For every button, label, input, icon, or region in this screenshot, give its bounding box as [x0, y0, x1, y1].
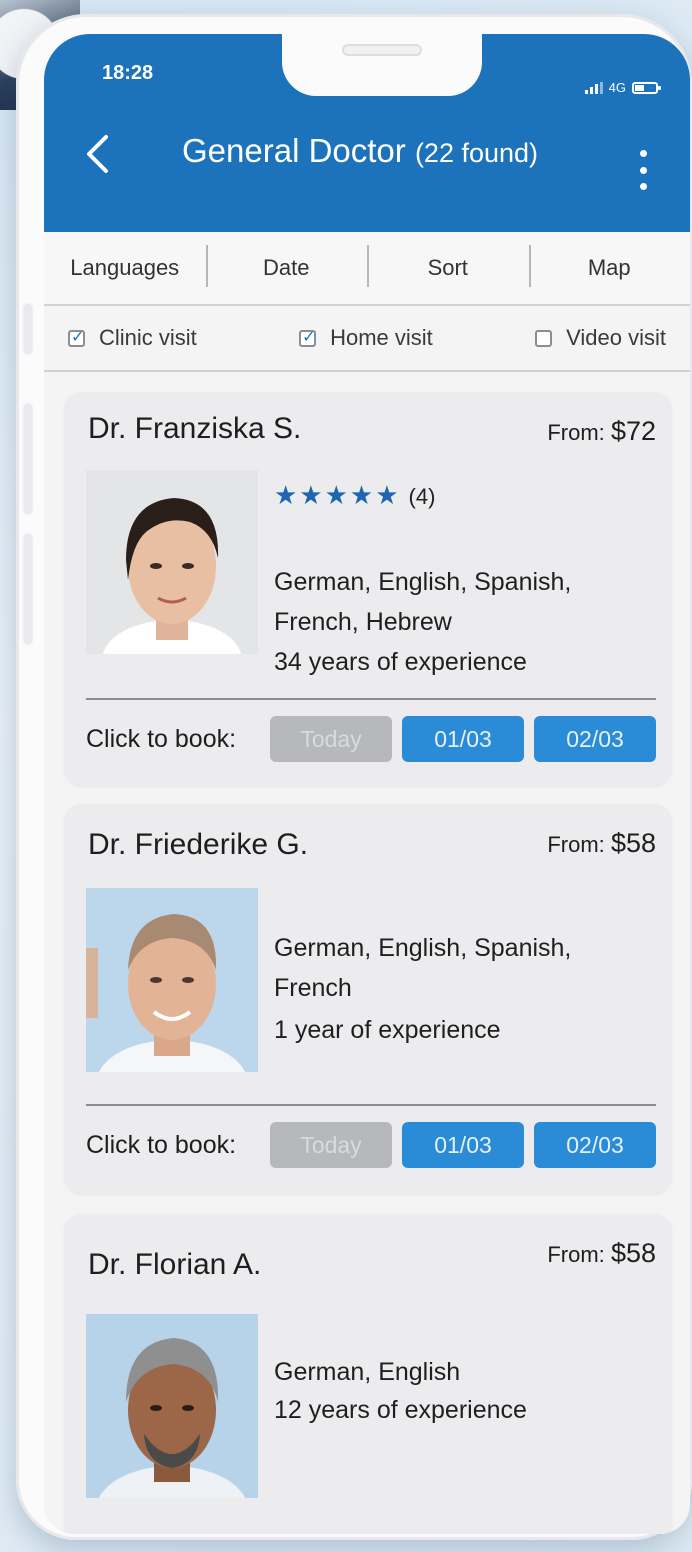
phone-side-button	[24, 304, 32, 354]
doctor-card[interactable]: Dr. Friederike G. From: $58 German, Engl…	[64, 804, 672, 1194]
visit-type-bar: Clinic visit Home visit Video visit	[44, 306, 690, 372]
doctor-languages: German, English	[274, 1358, 461, 1386]
doctor-name: Dr. Friederike G.	[88, 828, 309, 861]
book-label: Click to book:	[86, 724, 237, 753]
doctor-price: From: $58	[547, 828, 656, 859]
battery-icon	[632, 81, 661, 94]
back-arrow-icon	[87, 135, 108, 173]
slot-0203-button[interactable]: 02/03	[534, 716, 656, 762]
phone-volume-down-button	[24, 534, 32, 644]
doctor-price: From: $58	[547, 1238, 656, 1269]
visit-option-label: Home visit	[330, 325, 433, 350]
checkbox-icon[interactable]	[535, 329, 553, 347]
rating-count: (4)	[408, 484, 436, 509]
signal-icon	[584, 81, 603, 94]
slot-today-button: Today	[270, 716, 392, 762]
visit-option-label: Clinic visit	[99, 325, 197, 350]
price-amount: $58	[610, 1238, 656, 1268]
visit-option-clinic[interactable]: Clinic visit	[68, 325, 197, 351]
price-amount: $72	[610, 416, 656, 446]
status-time: 18:28	[102, 62, 154, 84]
doctor-experience: 34 years of experience	[274, 648, 527, 676]
phone-volume-up-button	[24, 404, 32, 514]
doctor-name: Dr. Franziska S.	[88, 412, 302, 445]
slot-0203-button[interactable]: 02/03	[534, 1122, 656, 1168]
back-button[interactable]	[84, 126, 124, 182]
filter-tab-date[interactable]: Date	[205, 245, 368, 287]
doctor-price: From: $72	[547, 416, 656, 447]
filter-tab-languages[interactable]: Languages	[44, 255, 206, 281]
doctor-name: Dr. Florian A.	[88, 1248, 262, 1281]
app-screen: 18:28 4G General Doctor (22 found) Langu…	[44, 34, 690, 1534]
page-title-text: General Doctor	[182, 132, 406, 169]
doctor-languages: German, English, Spanish, French	[274, 934, 572, 1002]
slot-0103-button[interactable]: 01/03	[402, 716, 524, 762]
doctor-card[interactable]: Dr. Florian A. From: $58 German, English	[64, 1214, 672, 1534]
doctor-experience: 1 year of experience	[274, 1016, 501, 1044]
doctor-photo	[86, 888, 258, 1072]
filter-bar: Languages Date Sort Map	[44, 232, 690, 306]
visit-option-label: Video visit	[566, 325, 666, 350]
card-divider	[86, 1104, 656, 1106]
page-title: General Doctor (22 found)	[182, 132, 538, 170]
doctor-card[interactable]: Dr. Franziska S. From: $72 ★★★★★ (4) Ger…	[64, 392, 672, 786]
filter-tab-map[interactable]: Map	[528, 245, 691, 287]
visit-option-home[interactable]: Home visit	[299, 325, 433, 351]
booking-row: Click to book: Today 01/03 02/03	[86, 714, 658, 764]
price-amount: $58	[610, 828, 656, 858]
doctor-experience: 12 years of experience	[274, 1396, 527, 1424]
doctor-photo	[86, 1314, 258, 1498]
booking-row: Click to book: Today 01/03 02/03	[86, 1120, 658, 1170]
visit-option-video[interactable]: Video visit	[535, 325, 666, 351]
price-prefix: From:	[547, 420, 605, 445]
card-divider	[86, 698, 656, 700]
network-label: 4G	[608, 80, 626, 95]
more-vertical-icon	[640, 150, 647, 157]
star-icon: ★★★★★	[274, 480, 401, 510]
status-indicators: 4G	[584, 80, 661, 95]
more-options-button[interactable]	[640, 150, 650, 190]
price-prefix: From:	[547, 1242, 605, 1267]
phone-notch	[282, 34, 482, 96]
slot-today-button: Today	[270, 1122, 392, 1168]
filter-tab-sort[interactable]: Sort	[367, 245, 529, 287]
phone-speaker	[342, 44, 422, 56]
doctor-photo	[86, 470, 258, 654]
checkbox-icon[interactable]	[68, 327, 85, 347]
rating: ★★★★★ (4)	[274, 480, 435, 511]
price-prefix: From:	[547, 832, 605, 857]
doctor-languages: German, English, Spanish, French, Hebrew	[274, 568, 572, 636]
checkbox-icon[interactable]	[299, 327, 317, 347]
book-label: Click to book:	[86, 1130, 237, 1159]
slot-0103-button[interactable]: 01/03	[402, 1122, 524, 1168]
results-count: (22 found)	[414, 138, 539, 168]
